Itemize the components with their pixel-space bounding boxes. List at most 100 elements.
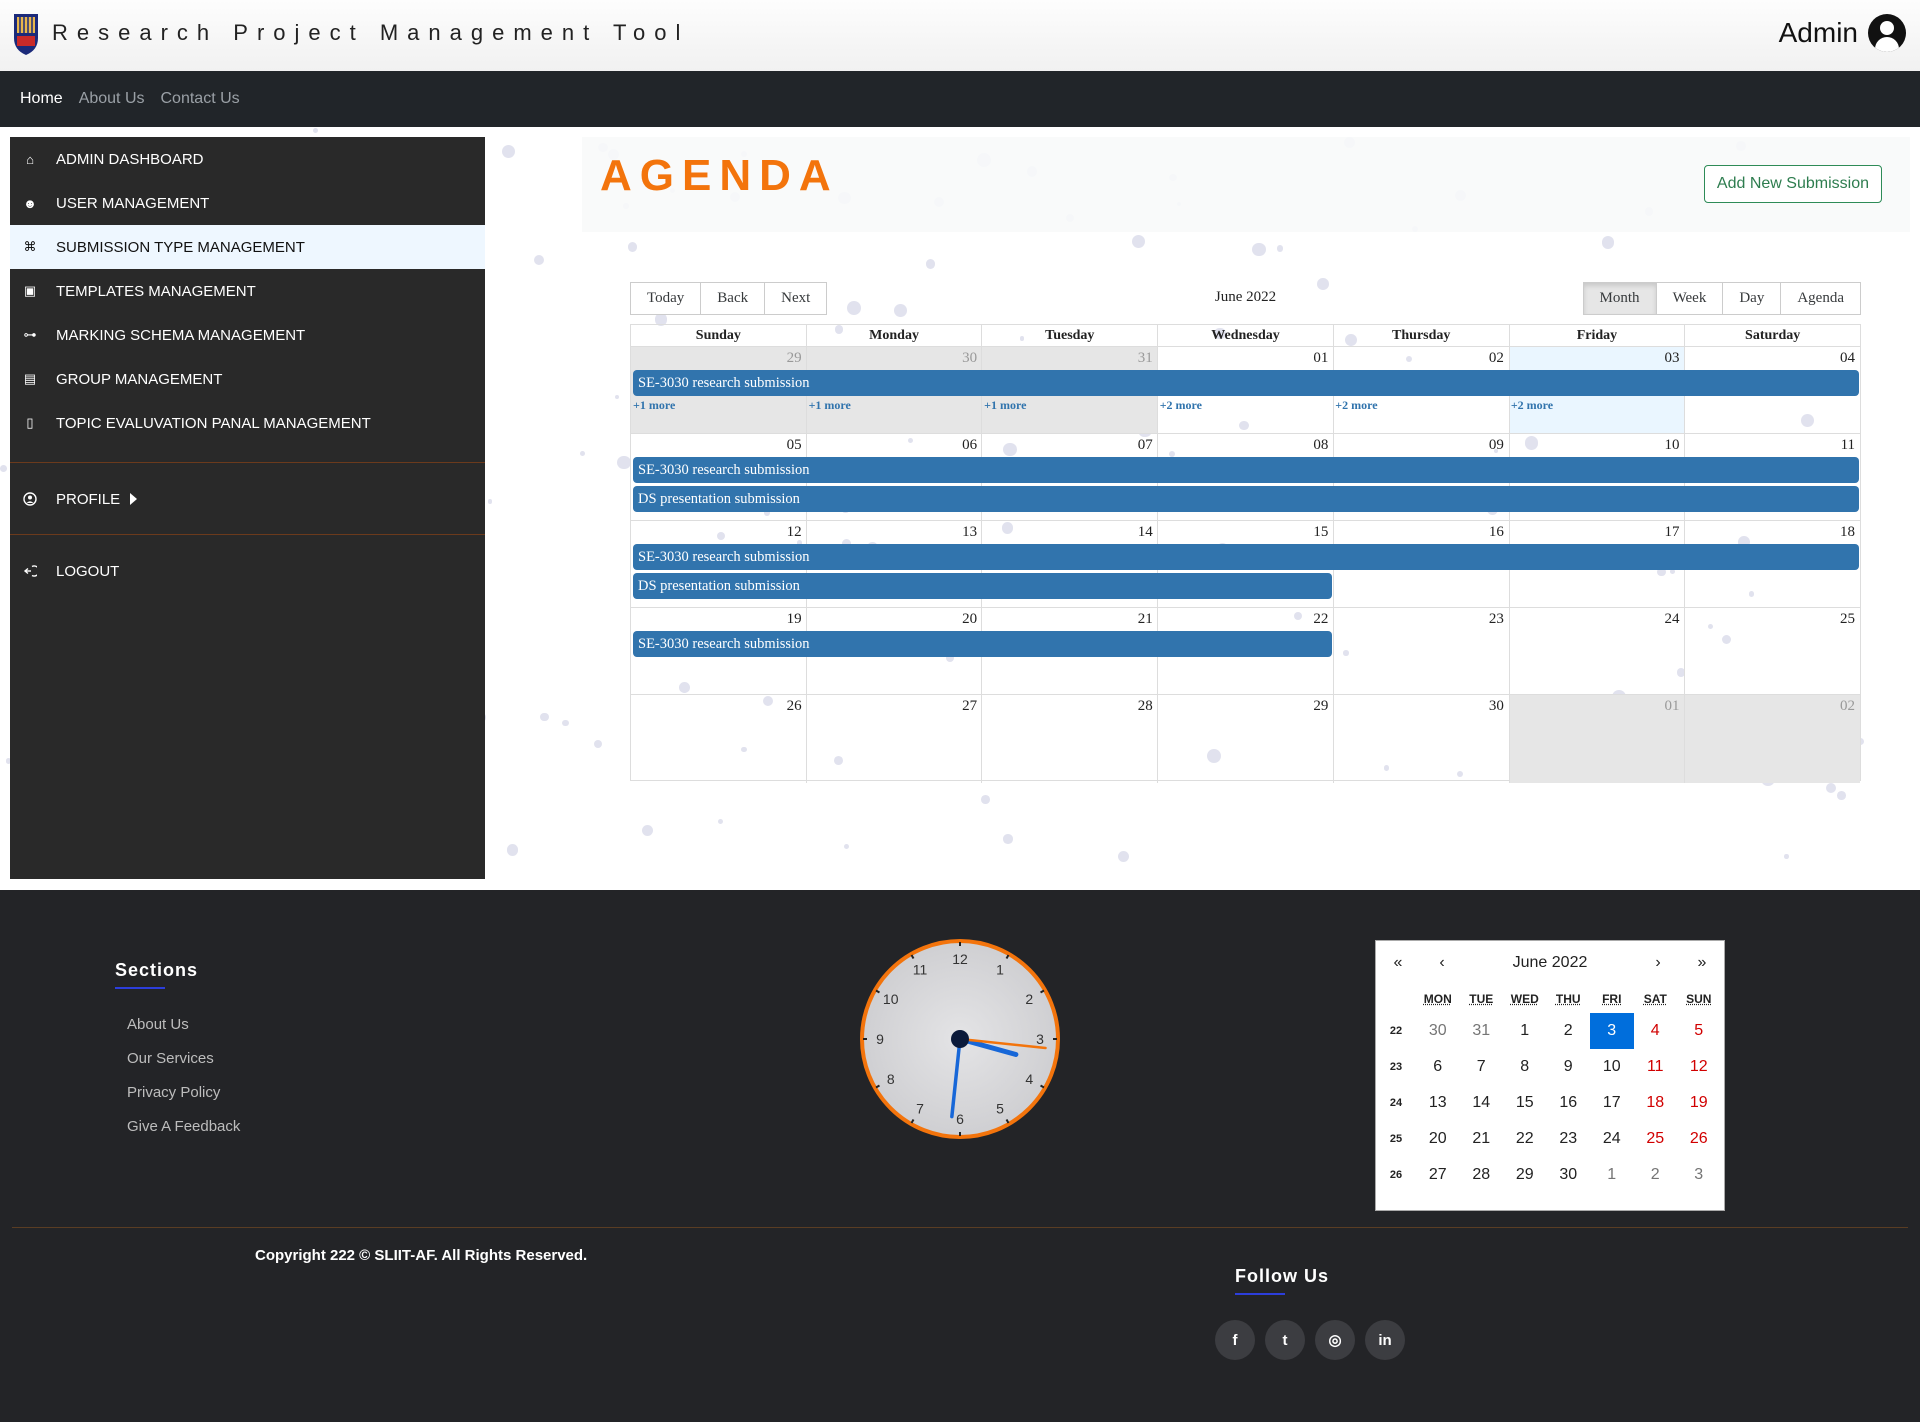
date-number[interactable]: 02 xyxy=(1684,695,1860,717)
mini-calendar-day[interactable]: 20 xyxy=(1416,1121,1460,1157)
date-number[interactable]: 15 xyxy=(1158,521,1334,543)
nav-link-about-us[interactable]: About Us xyxy=(79,90,145,108)
twitter-icon[interactable]: t xyxy=(1265,1320,1305,1360)
view-day-button[interactable]: Day xyxy=(1723,282,1782,315)
date-number[interactable]: 27 xyxy=(807,695,983,717)
mini-calendar-day[interactable]: 23 xyxy=(1547,1121,1591,1157)
date-number[interactable]: 05 xyxy=(631,434,807,456)
sidebar-item-templates-management[interactable]: ▣ TEMPLATES MANAGEMENT xyxy=(10,269,485,313)
date-number[interactable]: 21 xyxy=(982,608,1158,630)
mini-calendar-day[interactable]: 2 xyxy=(1547,1013,1591,1049)
nav-link-contact-us[interactable]: Contact Us xyxy=(161,90,240,108)
mini-calendar-day[interactable]: 15 xyxy=(1503,1085,1547,1121)
calendar-event[interactable]: SE-3030 research submission xyxy=(633,631,1333,657)
sidebar-item-marking-schema-management[interactable]: ⊶ MARKING SCHEMA MANAGEMENT xyxy=(10,313,485,357)
view-week-button[interactable]: Week xyxy=(1656,282,1724,315)
mini-calendar-day[interactable]: 30 xyxy=(1547,1157,1591,1193)
mini-calendar-day[interactable]: 17 xyxy=(1590,1085,1634,1121)
mini-calendar-day[interactable]: 6 xyxy=(1416,1049,1460,1085)
mini-calendar-day[interactable]: 10 xyxy=(1590,1049,1634,1085)
sidebar-item-logout[interactable]: LOGOUT xyxy=(10,549,485,593)
sidebar-item-admin-dashboard[interactable]: ⌂ ADMIN DASHBOARD xyxy=(10,137,485,181)
prev-month-button[interactable]: ‹ xyxy=(1420,954,1464,972)
mini-calendar-day[interactable]: 3 xyxy=(1677,1157,1721,1193)
facebook-icon[interactable]: f xyxy=(1215,1320,1255,1360)
date-number[interactable]: 09 xyxy=(1333,434,1509,456)
date-number[interactable]: 30 xyxy=(1333,695,1509,717)
mini-calendar-day[interactable]: 14 xyxy=(1460,1085,1504,1121)
view-agenda-button[interactable]: Agenda xyxy=(1781,282,1861,315)
mini-calendar-day[interactable]: 25 xyxy=(1634,1121,1678,1157)
user-avatar-icon[interactable] xyxy=(1868,14,1906,52)
mini-calendar-day[interactable]: 12 xyxy=(1677,1049,1721,1085)
footer-link-privacy-policy[interactable]: Privacy Policy xyxy=(127,1084,240,1118)
date-number[interactable]: 08 xyxy=(1158,434,1334,456)
nav-link-home[interactable]: Home xyxy=(20,90,63,108)
date-number[interactable]: 03 xyxy=(1509,347,1685,369)
mini-calendar-day[interactable]: 16 xyxy=(1547,1085,1591,1121)
date-number[interactable]: 29 xyxy=(1158,695,1334,717)
prev-year-button[interactable]: « xyxy=(1376,954,1420,972)
date-number[interactable]: 18 xyxy=(1684,521,1860,543)
mini-calendar-day[interactable]: 5 xyxy=(1677,1013,1721,1049)
date-number[interactable]: 16 xyxy=(1333,521,1509,543)
mini-calendar-day[interactable]: 7 xyxy=(1460,1049,1504,1085)
calendar-event[interactable]: SE-3030 research submission xyxy=(633,370,1859,396)
mini-calendar-day[interactable]: 22 xyxy=(1503,1121,1547,1157)
date-number[interactable]: 12 xyxy=(631,521,807,543)
calendar-event[interactable]: SE-3030 research submission xyxy=(633,457,1859,483)
mini-calendar-day[interactable]: 29 xyxy=(1503,1157,1547,1193)
date-number[interactable]: 14 xyxy=(982,521,1158,543)
date-number[interactable]: 31 xyxy=(982,347,1158,369)
add-new-submission-button[interactable]: Add New Submission xyxy=(1703,165,1882,203)
footer-link-about-us[interactable]: About Us xyxy=(127,1016,240,1050)
mini-calendar-day[interactable]: 1 xyxy=(1503,1013,1547,1049)
mini-calendar-day[interactable]: 28 xyxy=(1460,1157,1504,1193)
date-number[interactable]: 25 xyxy=(1684,608,1860,630)
show-more-link[interactable]: +2 more xyxy=(1160,398,1202,413)
mini-calendar-day[interactable]: 4 xyxy=(1634,1013,1678,1049)
date-number[interactable]: 24 xyxy=(1509,608,1685,630)
mini-calendar-day[interactable]: 31 xyxy=(1460,1013,1504,1049)
calendar-event[interactable]: SE-3030 research submission xyxy=(633,544,1859,570)
date-number[interactable]: 30 xyxy=(807,347,983,369)
show-more-link[interactable]: +1 more xyxy=(984,398,1026,413)
sidebar-item-group-management[interactable]: ▤ GROUP MANAGEMENT xyxy=(10,357,485,401)
mini-calendar-day[interactable]: 1 xyxy=(1590,1157,1634,1193)
footer-link-give-a-feedback[interactable]: Give A Feedback xyxy=(127,1118,240,1152)
date-number[interactable]: 17 xyxy=(1509,521,1685,543)
date-number[interactable]: 29 xyxy=(631,347,807,369)
mini-calendar-day[interactable]: 11 xyxy=(1634,1049,1678,1085)
mini-calendar-day[interactable]: 2 xyxy=(1634,1157,1678,1193)
instagram-icon[interactable]: ◎ xyxy=(1315,1320,1355,1360)
date-number[interactable]: 20 xyxy=(807,608,983,630)
sidebar-item-topic-evaluvation-panal-management[interactable]: ▯ TOPIC EVALUVATION PANAL MANAGEMENT xyxy=(10,401,485,445)
date-number[interactable]: 19 xyxy=(631,608,807,630)
sidebar-item-user-management[interactable]: ☻ USER MANAGEMENT xyxy=(10,181,485,225)
date-number[interactable]: 22 xyxy=(1158,608,1334,630)
date-number[interactable]: 11 xyxy=(1684,434,1860,456)
next-month-button[interactable]: › xyxy=(1636,954,1680,972)
show-more-link[interactable]: +2 more xyxy=(1335,398,1377,413)
date-number[interactable]: 07 xyxy=(982,434,1158,456)
mini-calendar-label[interactable]: June 2022 xyxy=(1464,954,1636,972)
date-number[interactable]: 01 xyxy=(1158,347,1334,369)
mini-calendar-day[interactable]: 13 xyxy=(1416,1085,1460,1121)
calendar-event[interactable]: DS presentation submission xyxy=(633,486,1859,512)
mini-calendar-day[interactable]: 8 xyxy=(1503,1049,1547,1085)
next-year-button[interactable]: » xyxy=(1680,954,1724,972)
date-number[interactable]: 28 xyxy=(982,695,1158,717)
date-number[interactable]: 01 xyxy=(1509,695,1685,717)
mini-calendar-day[interactable]: 21 xyxy=(1460,1121,1504,1157)
mini-calendar-day[interactable]: 3 xyxy=(1590,1013,1634,1049)
mini-calendar-day[interactable]: 9 xyxy=(1547,1049,1591,1085)
mini-calendar-day[interactable]: 24 xyxy=(1590,1121,1634,1157)
date-number[interactable]: 26 xyxy=(631,695,807,717)
mini-calendar-day[interactable]: 26 xyxy=(1677,1121,1721,1157)
sidebar-item-profile[interactable]: PROFILE xyxy=(10,477,485,521)
linkedin-icon[interactable]: in xyxy=(1365,1320,1405,1360)
show-more-link[interactable]: +1 more xyxy=(809,398,851,413)
show-more-link[interactable]: +1 more xyxy=(633,398,675,413)
date-number[interactable]: 13 xyxy=(807,521,983,543)
date-number[interactable]: 02 xyxy=(1333,347,1509,369)
